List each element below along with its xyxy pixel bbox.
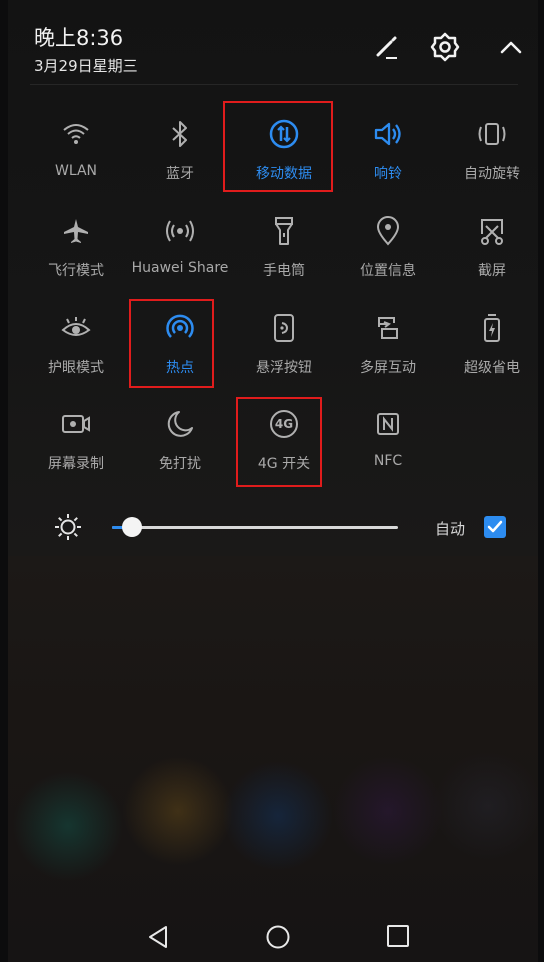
- wifi-icon: [59, 117, 93, 151]
- toggle-ring[interactable]: 响铃: [338, 103, 438, 193]
- quick-settings-panel: 晚上8:36 3月29日星期三 WLAN 蓝牙 移动数据 响铃 自动旋转 飞行模…: [8, 0, 538, 556]
- toggle-4g-switch[interactable]: 4G 4G 开关: [234, 393, 334, 483]
- flashlight-icon: [267, 214, 301, 248]
- airplane-icon: [59, 214, 93, 248]
- brightness-icon: [54, 513, 82, 545]
- recents-icon[interactable]: [386, 924, 410, 952]
- toggle-label: NFC: [373, 453, 403, 469]
- header-divider: [30, 84, 518, 85]
- settings-icon[interactable]: [430, 32, 460, 62]
- toggle-mobile-data[interactable]: 移动数据: [234, 103, 334, 193]
- toggle-location[interactable]: 位置信息: [338, 200, 438, 290]
- toggle-wlan[interactable]: WLAN: [26, 103, 126, 193]
- date: 3月29日星期三: [34, 57, 138, 75]
- toggle-huawei-share[interactable]: Huawei Share: [130, 200, 230, 290]
- toggle-label: 热点: [166, 360, 194, 376]
- multi-screen-icon: [371, 311, 405, 345]
- notification-shade: 晚上8:36 3月29日星期三 WLAN 蓝牙 移动数据 响铃 自动旋转 飞行模…: [8, 0, 538, 962]
- toggle-label: 悬浮按钮: [256, 360, 312, 376]
- ultra-power-saving-icon: [475, 311, 509, 345]
- toggle-label: 位置信息: [360, 263, 416, 279]
- navigation-bar: [8, 910, 538, 962]
- auto-brightness-checkbox[interactable]: [484, 516, 506, 538]
- checkmark-icon: [487, 520, 503, 533]
- toggle-label: 移动数据: [256, 166, 312, 182]
- toggle-hotspot[interactable]: 热点: [130, 297, 230, 387]
- toggle-auto-rotate[interactable]: 自动旋转: [442, 103, 538, 193]
- screenshot-icon: [475, 214, 509, 248]
- toggle-label: 自动旋转: [464, 166, 520, 182]
- clock: 晚上8:36: [34, 26, 124, 50]
- collapse-icon[interactable]: [496, 32, 526, 62]
- huawei-share-icon: [163, 214, 197, 248]
- back-icon[interactable]: [146, 924, 170, 954]
- toggle-label: 屏幕录制: [48, 456, 104, 472]
- toggle-airplane[interactable]: 飞行模式: [26, 200, 126, 290]
- auto-rotate-icon: [475, 117, 509, 151]
- floating-button-icon: [267, 311, 301, 345]
- screen-record-icon: [59, 407, 93, 441]
- ring-icon: [371, 117, 405, 151]
- toggle-label: 飞行模式: [48, 263, 104, 279]
- toggle-nfc[interactable]: NFC: [338, 393, 438, 483]
- 4g-switch-icon: 4G: [267, 407, 301, 441]
- toggle-label: WLAN: [54, 163, 97, 179]
- toggle-flashlight[interactable]: 手电筒: [234, 200, 334, 290]
- toggle-label: 护眼模式: [48, 360, 104, 376]
- toggle-label: 截屏: [478, 263, 506, 279]
- nfc-icon: [371, 407, 405, 441]
- toggle-label: 超级省电: [464, 360, 520, 376]
- toggle-label: 手电筒: [263, 263, 305, 279]
- toggle-bluetooth[interactable]: 蓝牙: [130, 103, 230, 193]
- toggle-label: 响铃: [374, 166, 402, 182]
- toggle-label: 蓝牙: [166, 166, 194, 182]
- do-not-disturb-icon: [163, 407, 197, 441]
- toggle-do-not-disturb[interactable]: 免打扰: [130, 393, 230, 483]
- brightness-slider-thumb[interactable]: [122, 517, 143, 537]
- 4g-icon-text: 4G: [274, 417, 294, 431]
- toggle-label: 多屏互动: [360, 360, 416, 376]
- home-icon[interactable]: [265, 924, 291, 954]
- toggle-floating-button[interactable]: 悬浮按钮: [234, 297, 334, 387]
- mobile-data-icon: [267, 117, 301, 151]
- toggle-eye-comfort[interactable]: 护眼模式: [26, 297, 126, 387]
- home-wallpaper: [8, 556, 538, 962]
- toggle-label: 4G 开关: [257, 456, 311, 472]
- eye-comfort-icon: [59, 311, 93, 345]
- toggle-label: Huawei Share: [131, 260, 229, 276]
- auto-brightness-label: 自动: [435, 520, 466, 538]
- toggle-screen-record[interactable]: 屏幕录制: [26, 393, 126, 483]
- toggle-screenshot[interactable]: 截屏: [442, 200, 538, 290]
- location-icon: [371, 214, 405, 248]
- bluetooth-icon: [163, 117, 197, 151]
- toggle-label: 免打扰: [159, 456, 201, 472]
- brightness-slider-track[interactable]: [112, 526, 398, 529]
- toggle-multi-screen[interactable]: 多屏互动: [338, 297, 438, 387]
- hotspot-icon: [163, 311, 197, 345]
- toggle-ultra-power-saving[interactable]: 超级省电: [442, 297, 538, 387]
- edit-icon[interactable]: [371, 32, 401, 62]
